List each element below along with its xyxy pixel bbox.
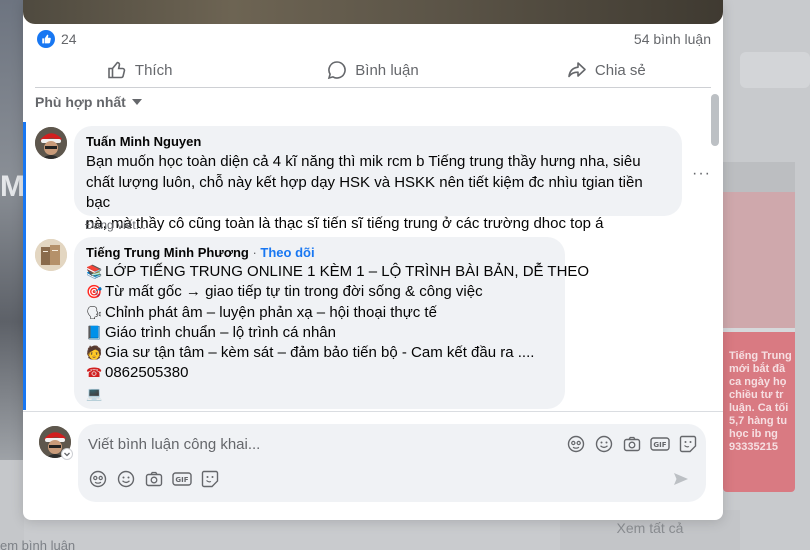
comment-sort-dropdown[interactable]: Phù hợp nhất — [35, 94, 142, 110]
avatar[interactable] — [35, 239, 67, 271]
sticker-icon[interactable] — [200, 469, 220, 489]
avatar-sticker-icon[interactable] — [88, 469, 108, 489]
avatar-image — [35, 239, 67, 271]
divider — [23, 411, 723, 412]
post-action-bar: Thích Bình luận Chia sẻ — [23, 55, 723, 85]
avatar-sticker-icon[interactable] — [566, 434, 586, 454]
like-reaction-icon — [37, 30, 55, 48]
teacher-emoji-icon: 🧑 — [86, 345, 103, 361]
separator-dot: · — [248, 245, 261, 260]
svg-text:GIF: GIF — [653, 441, 666, 449]
share-button[interactable]: Chia sẻ — [490, 55, 723, 85]
comment-line: 📚 LỚP TIẾNG TRUNG ONLINE 1 KÈM 1 – LỘ TRÌ… — [86, 262, 589, 282]
comment-line: ☎ 0862505380 — [86, 363, 553, 383]
comment-line: 🗣 Chỉnh phát âm – luyện phản xạ – hội tho… — [86, 303, 553, 323]
avatar-image — [35, 127, 67, 159]
comment-input[interactable] — [88, 433, 528, 455]
highlight-bar — [23, 122, 26, 410]
like-button[interactable]: Thích — [23, 55, 256, 85]
comments-scrollbar[interactable] — [711, 94, 719, 146]
comment-author[interactable]: Tiếng Trung Minh Phương — [86, 245, 249, 260]
comment-bubble-icon — [328, 61, 347, 80]
avatar[interactable] — [35, 127, 67, 159]
more-options-icon[interactable]: ··· — [692, 165, 711, 183]
reaction-count: 24 — [61, 31, 77, 47]
reactions-summary[interactable]: 24 — [37, 28, 77, 50]
profile-switch-chevron-icon[interactable] — [61, 448, 73, 460]
comment-bubble: Tuấn Minh Nguyen Bạn muốn học toàn diện … — [74, 126, 682, 232]
svg-text:GIF: GIF — [175, 476, 188, 484]
gif-icon[interactable]: GIF — [172, 469, 192, 489]
books-emoji-icon: 📚 — [86, 264, 103, 279]
typing-indicator: Đang viết... — [85, 218, 146, 232]
send-icon[interactable] — [672, 470, 692, 490]
comment-author-row: Tiếng Trung Minh Phương · Theo dõi — [86, 245, 553, 260]
post-modal: 24 54 bình luận Thích Bình luận Chia sẻ … — [23, 0, 723, 520]
post-photo[interactable] — [23, 0, 723, 24]
gif-icon[interactable]: GIF — [650, 434, 670, 454]
comment-author[interactable]: Tuấn Minh Nguyen — [86, 134, 670, 149]
share-label: Chia sẻ — [594, 61, 646, 79]
sort-label: Phù hợp nhất — [35, 94, 126, 110]
background-letter: M — [0, 170, 25, 203]
laptop-emoji-icon: 💻 — [86, 385, 103, 401]
comment-text: Bạn muốn học toàn diện cả 4 kĩ năng thì … — [86, 153, 643, 232]
comment-composer: GIF GIF — [78, 424, 706, 502]
comment-line: 📘 Giáo trình chuẩn – lộ trình cá nhân — [86, 323, 553, 343]
sticker-icon[interactable] — [678, 434, 698, 454]
target-emoji-icon: 🎯 — [86, 284, 103, 300]
comment-bubble: Tiếng Trung Minh Phương · Theo dõi 📚 LỚP … — [74, 237, 589, 409]
comment-line: 🧑 Gia sư tận tâm – kèm sát – đảm bảo tiến… — [86, 343, 553, 363]
comment-label: Bình luận — [355, 61, 419, 79]
comment-button[interactable]: Bình luận — [256, 55, 489, 85]
caret-down-icon — [131, 99, 142, 105]
comment-line: 💻 — [86, 384, 553, 404]
comment-line: 🎯 Từ mất gốc → giao tiếp tự tin trong đời… — [86, 282, 553, 302]
background-photo-left — [0, 0, 24, 460]
background-table-header — [723, 162, 795, 192]
telephone-emoji-icon: ☎ — [86, 365, 103, 381]
camera-icon[interactable] — [144, 469, 164, 489]
share-arrow-icon — [568, 62, 586, 78]
follow-button[interactable]: Theo dõi — [260, 245, 314, 260]
composer-tools-bottom: GIF — [88, 469, 228, 489]
comments-list[interactable]: Tuấn Minh Nguyen Bạn muốn học toàn diện … — [23, 118, 713, 410]
background-right-card — [740, 52, 810, 88]
emoji-icon[interactable] — [594, 434, 614, 454]
composer-tools-top: GIF — [566, 434, 706, 454]
comment-count[interactable]: 54 bình luận — [634, 31, 711, 47]
background-comment-link: em bình luận — [0, 538, 76, 550]
background-promo: Tiếng Trung mới bắt đầ ca ngày họ chiều … — [723, 332, 795, 492]
camera-icon[interactable] — [622, 434, 642, 454]
background-promo-text: Tiếng Trung mới bắt đầ ca ngày họ chiều … — [729, 350, 792, 453]
like-label: Thích — [134, 61, 173, 79]
speaking-head-emoji-icon: 🗣 — [86, 304, 103, 320]
thumbs-up-icon — [108, 61, 126, 79]
divider — [35, 87, 711, 88]
background-panel-left — [0, 460, 24, 550]
blue-book-emoji-icon: 📘 — [86, 324, 103, 340]
emoji-icon[interactable] — [116, 469, 136, 489]
background-table — [723, 192, 795, 328]
